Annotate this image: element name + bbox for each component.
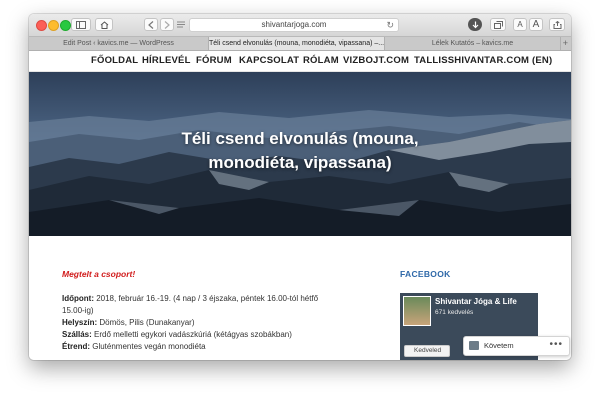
detail-label: Étrend: (62, 342, 90, 351)
tab-label: Lélek Kutatós – kavics.me (431, 40, 514, 47)
nav-item-forum[interactable]: FÓRUM (196, 55, 232, 66)
nav-item-hirlevel[interactable]: HÍRLEVÉL (142, 55, 191, 66)
zoom-button[interactable] (60, 20, 71, 31)
facebook-page-avatar[interactable] (403, 296, 431, 326)
reader-icon (177, 21, 185, 28)
download-icon (472, 21, 478, 29)
nav-item-kapcsolat[interactable]: KAPCSOLAT (239, 55, 299, 66)
font-smaller-button[interactable]: A (513, 18, 527, 31)
downloads-button[interactable] (468, 18, 482, 31)
nav-item-vizbojt[interactable]: VIZBOJT.COM (343, 55, 409, 66)
facebook-like-button[interactable]: Kedveled (404, 345, 450, 357)
reload-icon[interactable]: ↻ (386, 19, 394, 31)
url-text: shivantarjoga.com (261, 20, 327, 29)
follow-bar: Követem ••• (463, 336, 570, 356)
facebook-likes-count: 671 kedvelés (435, 309, 474, 316)
facebook-page-name[interactable]: Shivantar Jóga & Life (435, 297, 517, 306)
tab-label: Téli csend elvonulás (mouna, monodiéta, … (209, 40, 385, 47)
hero-banner: Téli csend elvonulás (mouna, monodiéta, … (29, 72, 571, 236)
page-title-line-1: Téli csend elvonulás (mouna, (181, 129, 419, 148)
tab-teli-csend[interactable]: Téli csend elvonulás (mouna, monodiéta, … (209, 37, 385, 50)
detail-value: Erdő melletti egykori vadászkúriá (kétág… (91, 330, 292, 339)
sidebar-toggle-button[interactable] (71, 18, 91, 31)
detail-value: Gluténmentes vegán monodiéta (90, 342, 206, 351)
share-icon (553, 20, 561, 29)
font-larger-button[interactable]: A (529, 18, 543, 31)
detail-row-location: Helyszín: Dömös, Pilis (Dunakanyar) (62, 317, 195, 329)
chevron-right-icon (164, 21, 170, 29)
detail-value: 15.00-ig) (62, 306, 94, 315)
sidebar-icon (76, 21, 86, 29)
site-navigation: FŐOLDAL HÍRLEVÉL FÓRUM KAPCSOLAT RÓLAM V… (29, 51, 571, 72)
detail-row-diet: Étrend: Gluténmentes vegán monodiéta (62, 341, 206, 353)
tab-bar: Edit Post ‹ kavics.me — WordPress Téli c… (29, 37, 571, 51)
share-button[interactable] (549, 18, 565, 31)
tab-label: Edit Post ‹ kavics.me — WordPress (63, 40, 174, 47)
reader-button[interactable] (175, 18, 187, 31)
forward-button[interactable] (160, 18, 174, 31)
nav-item-rolam[interactable]: RÓLAM (303, 55, 339, 66)
facebook-widget-title: FACEBOOK (400, 269, 451, 279)
close-button[interactable] (36, 20, 47, 31)
tab-lelek-kutatos[interactable]: Lélek Kutatós – kavics.me (385, 37, 561, 50)
detail-row-date: Időpont: 2018, február 16.-19. (4 nap / … (62, 293, 318, 305)
detail-row-accommodation: Szállás: Erdő melletti egykori vadászkúr… (62, 329, 292, 341)
detail-label: Időpont: (62, 294, 94, 303)
facebook-like-label: Kedveled (414, 347, 442, 354)
tab-edit-post[interactable]: Edit Post ‹ kavics.me — WordPress (29, 37, 209, 50)
page-title: Téli csend elvonulás (mouna, monodiéta, … (100, 127, 500, 175)
home-icon (100, 21, 108, 29)
detail-row-date-cont: 15.00-ig) (62, 305, 94, 317)
follow-icon[interactable] (469, 341, 479, 350)
nav-item-tallisshivantar[interactable]: TALLISSHIVANTAR.COM (EN) (414, 55, 552, 66)
new-tab-icon[interactable]: + (563, 37, 568, 50)
detail-label: Helyszín: (62, 318, 98, 327)
minimize-button[interactable] (48, 20, 59, 31)
detail-value: Dömös, Pilis (Dunakanyar) (97, 318, 195, 327)
detail-label: Szállás: (62, 330, 92, 339)
tabs-overview-button[interactable] (490, 18, 506, 31)
group-full-notice: Megtelt a csoport! (62, 269, 136, 279)
page-title-line-2: monodiéta, vipassana) (208, 153, 392, 172)
browser-window: shivantarjoga.com ↻ A A Edit Post ‹ kavi… (29, 14, 571, 360)
chevron-left-icon (148, 21, 154, 29)
tabs-icon (493, 21, 503, 29)
nav-item-fooldal[interactable]: FŐOLDAL (91, 55, 138, 66)
browser-toolbar: shivantarjoga.com ↻ A A (29, 14, 571, 37)
detail-value: 2018, február 16.-19. (4 nap / 3 éjszaka… (93, 294, 319, 303)
home-button[interactable] (95, 18, 113, 31)
follow-button[interactable]: Követem (484, 341, 514, 350)
address-bar[interactable]: shivantarjoga.com ↻ (189, 18, 399, 32)
back-button[interactable] (144, 18, 158, 31)
more-options-icon[interactable]: ••• (549, 339, 563, 350)
